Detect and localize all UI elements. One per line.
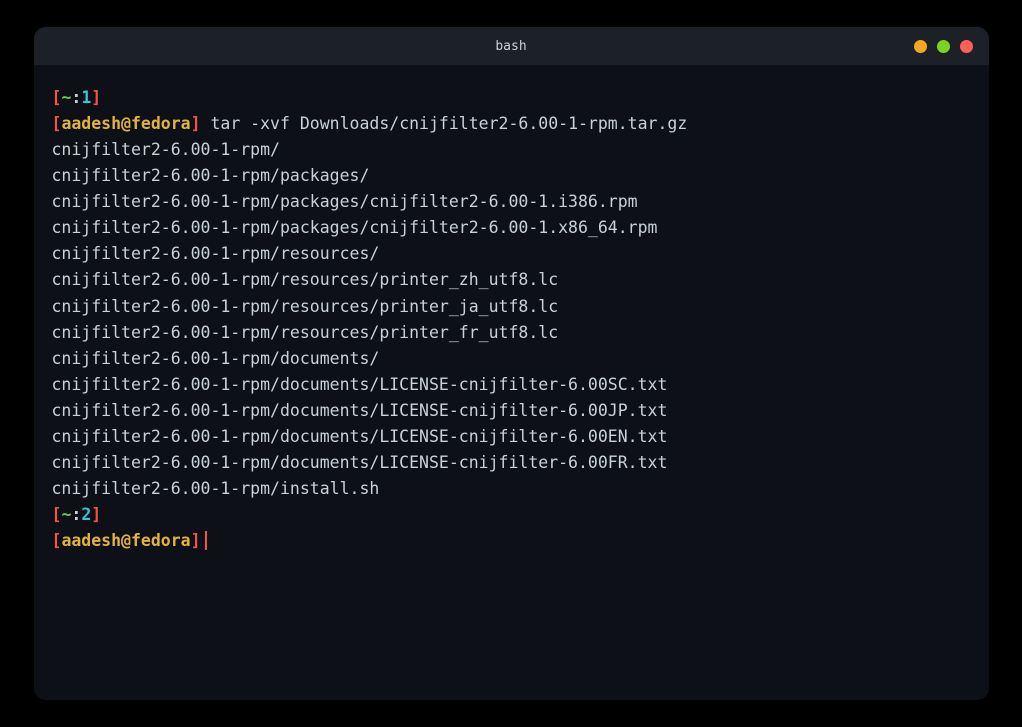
- prompt-number: 2: [81, 505, 91, 524]
- output-line: cnijfilter2-6.00-1-rpm/documents/LICENSE…: [52, 372, 971, 398]
- prompt-path: ~: [61, 88, 71, 107]
- prompt-user-line-1: [aadesh@fedora] tar -xvf Downloads/cnijf…: [52, 111, 971, 137]
- command-text: tar -xvf Downloads/cnijfilter2-6.00-1-rp…: [201, 114, 688, 133]
- output-line: cnijfilter2-6.00-1-rpm/packages/: [52, 163, 971, 189]
- output-line: cnijfilter2-6.00-1-rpm/resources/: [52, 241, 971, 267]
- prompt-colon: :: [71, 505, 81, 524]
- output-line: cnijfilter2-6.00-1-rpm/install.sh: [52, 476, 971, 502]
- prompt-number: 1: [81, 88, 91, 107]
- terminal-content[interactable]: [~:1] [aadesh@fedora] tar -xvf Downloads…: [34, 65, 989, 700]
- window-controls: [914, 40, 973, 53]
- bracket-open: [: [52, 505, 62, 524]
- output-line: cnijfilter2-6.00-1-rpm/documents/LICENSE…: [52, 398, 971, 424]
- prompt-path: ~: [61, 505, 71, 524]
- output-line: cnijfilter2-6.00-1-rpm/: [52, 137, 971, 163]
- close-icon[interactable]: [960, 40, 973, 53]
- bracket-close: ]: [191, 531, 201, 550]
- window-title: bash: [495, 39, 526, 54]
- prompt-colon: :: [71, 88, 81, 107]
- output-line: cnijfilter2-6.00-1-rpm/documents/LICENSE…: [52, 450, 971, 476]
- bracket-close: ]: [91, 505, 101, 524]
- output-line: cnijfilter2-6.00-1-rpm/resources/printer…: [52, 294, 971, 320]
- output-line: cnijfilter2-6.00-1-rpm/resources/printer…: [52, 320, 971, 346]
- prompt-user-line-2: [aadesh@fedora]: [52, 528, 971, 554]
- output-line: cnijfilter2-6.00-1-rpm/documents/LICENSE…: [52, 424, 971, 450]
- terminal-window: bash [~:1] [aadesh@fedora] tar -xvf Down…: [34, 27, 989, 700]
- prompt-path-line-2: [~:2]: [52, 502, 971, 528]
- output-line: cnijfilter2-6.00-1-rpm/packages/cnijfilt…: [52, 189, 971, 215]
- output-line: cnijfilter2-6.00-1-rpm/resources/printer…: [52, 267, 971, 293]
- maximize-icon[interactable]: [937, 40, 950, 53]
- user-host: aadesh@fedora: [61, 531, 190, 550]
- bracket-close: ]: [91, 88, 101, 107]
- minimize-icon[interactable]: [914, 40, 927, 53]
- output-line: cnijfilter2-6.00-1-rpm/packages/cnijfilt…: [52, 215, 971, 241]
- cursor-icon: [205, 531, 207, 550]
- output-line: cnijfilter2-6.00-1-rpm/documents/: [52, 346, 971, 372]
- bracket-open: [: [52, 531, 62, 550]
- user-host: aadesh@fedora: [61, 114, 190, 133]
- bracket-open: [: [52, 114, 62, 133]
- bracket-close: ]: [191, 114, 201, 133]
- bracket-open: [: [52, 88, 62, 107]
- title-bar: bash: [34, 27, 989, 65]
- prompt-path-line-1: [~:1]: [52, 85, 971, 111]
